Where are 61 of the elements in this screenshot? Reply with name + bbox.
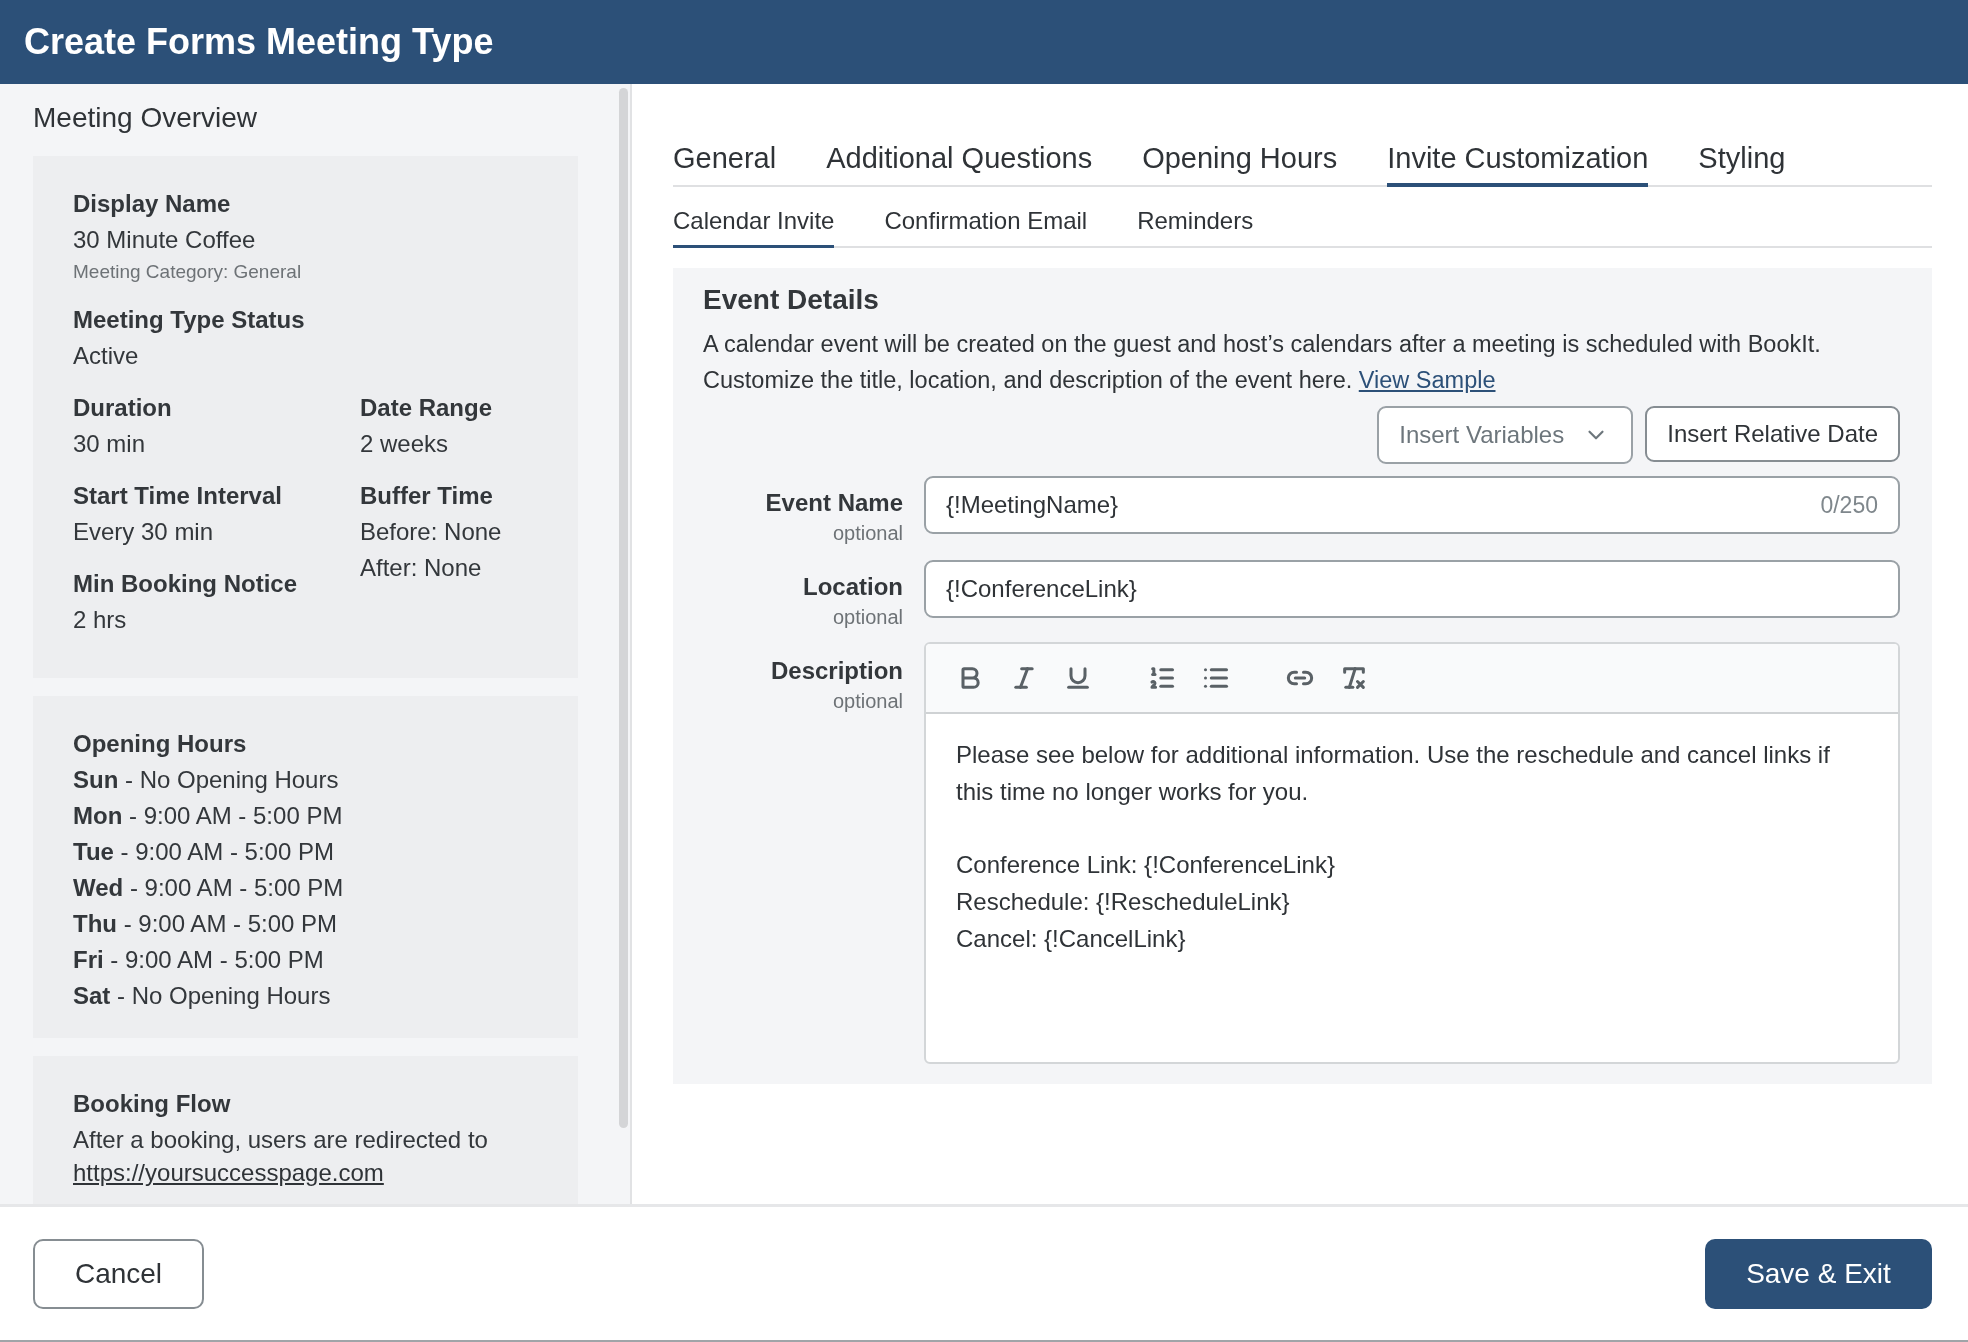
underline-icon[interactable] bbox=[1064, 664, 1092, 692]
field-label: Event Name bbox=[764, 488, 903, 518]
field-value: After: None bbox=[360, 553, 483, 583]
sub-tab[interactable]: Reminders bbox=[1137, 207, 1254, 248]
sub-tab[interactable]: Confirmation Email bbox=[884, 207, 1088, 248]
editor-text: Cancel: {!CancelLink} bbox=[956, 924, 1187, 954]
text-field[interactable]: {!ConferenceLink} bbox=[924, 560, 1900, 618]
hours-row: Mon - 9:00 AM - 5:00 PM bbox=[73, 802, 343, 829]
editor-text: Conference Link: {!ConferenceLink} bbox=[956, 850, 1336, 880]
sub-tab[interactable]: Calendar Invite bbox=[673, 207, 835, 248]
tab[interactable]: Opening Hours bbox=[1142, 142, 1338, 187]
hours-row: Tue - 9:00 AM - 5:00 PM bbox=[73, 838, 334, 865]
field-note: Meeting Category: General bbox=[73, 260, 303, 284]
field-hint: optional bbox=[831, 605, 903, 630]
view-sample-link[interactable]: View Sample bbox=[1358, 367, 1496, 393]
page-title: Create Forms Meeting Type bbox=[24, 21, 494, 63]
tab[interactable]: General bbox=[673, 142, 777, 187]
field-value: Active bbox=[73, 341, 140, 371]
hours-row: Sat - No Opening Hours bbox=[73, 982, 331, 1009]
field-value: 2 weeks bbox=[360, 429, 450, 459]
insert-variables-dropdown[interactable]: Insert Variables bbox=[1377, 406, 1634, 464]
editor-text: Reschedule: {!RescheduleLink} bbox=[956, 887, 1291, 917]
text-field[interactable]: {!MeetingName} 0/250 bbox=[924, 476, 1900, 534]
field-value: 30 Minute Coffee bbox=[73, 225, 257, 255]
field-label: Start Time Interval bbox=[73, 481, 283, 511]
hours-row: Thu - 9:00 AM - 5:00 PM bbox=[73, 910, 338, 937]
numbered-list-icon[interactable] bbox=[1148, 664, 1176, 692]
save-exit-button[interactable]: Save & Exit bbox=[1705, 1238, 1932, 1309]
sidebar-title: Meeting Overview bbox=[33, 102, 259, 134]
field-hint: optional bbox=[831, 521, 903, 546]
field-value: 30 min bbox=[73, 429, 147, 459]
field-hint: optional bbox=[831, 689, 903, 714]
field-value: 2 hrs bbox=[73, 605, 128, 635]
hours-row: Wed - 9:00 AM - 5:00 PM bbox=[73, 874, 344, 901]
card-title: Opening Hours bbox=[73, 729, 248, 759]
rich-text-editor[interactable] bbox=[924, 642, 1900, 1064]
field-label: Description bbox=[769, 656, 903, 686]
cancel-button[interactable]: Cancel bbox=[33, 1238, 204, 1309]
section-title: Event Details bbox=[703, 284, 880, 316]
field-label: Meeting Type Status bbox=[73, 305, 306, 335]
field-label: Display Name bbox=[73, 189, 232, 219]
tab[interactable]: Invite Customization bbox=[1387, 142, 1649, 187]
field-label: Duration bbox=[73, 393, 173, 423]
hours-row: Fri - 9:00 AM - 5:00 PM bbox=[73, 946, 324, 973]
card-title: Booking Flow bbox=[73, 1089, 232, 1119]
field-label: Min Booking Notice bbox=[73, 569, 298, 599]
tab[interactable]: Additional Questions bbox=[826, 142, 1093, 187]
scrollbar-thumb[interactable] bbox=[619, 88, 628, 1128]
hours-row: Sun - No Opening Hours bbox=[73, 766, 339, 793]
description-text: A calendar event will be created on the guest and host’s calendars after a meeting is scheduled with BookIt. Customize the title, location, and description of the event here. View Sample bbox=[703, 330, 1822, 395]
field-label: Location bbox=[802, 572, 903, 602]
field-label: Date Range bbox=[360, 393, 494, 423]
field-value: Every 30 min bbox=[73, 517, 215, 547]
field-value: Before: None bbox=[360, 517, 503, 547]
editor-text: Please see below for additional information. Use the reschedule and cancel links if this time no longer works for you. bbox=[956, 740, 1831, 807]
field-label: Buffer Time bbox=[360, 481, 494, 511]
clear-formatting-icon[interactable] bbox=[1340, 664, 1368, 692]
tab[interactable]: Styling bbox=[1698, 142, 1786, 187]
url-link[interactable]: https://yoursuccesspage.com bbox=[73, 1158, 384, 1188]
card-text: After a booking, users are redirected to bbox=[73, 1125, 489, 1155]
insert-relative-date-button[interactable]: Insert Relative Date bbox=[1645, 406, 1900, 462]
